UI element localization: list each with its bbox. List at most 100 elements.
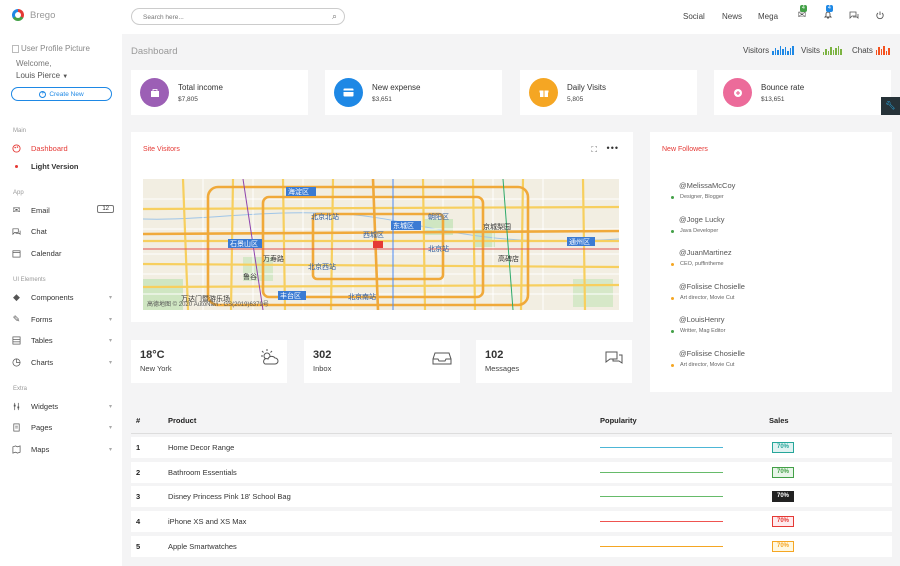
sliders-icon — [12, 402, 21, 411]
stat-card-daily-visits: Daily Visits 5,805 — [520, 70, 697, 115]
sidebar-item-dashboard[interactable]: Dashboard — [12, 141, 112, 155]
product-name: Home Decor Range — [168, 443, 235, 452]
caret-down-icon: ▼ — [62, 74, 69, 80]
messages-label: Messages — [485, 364, 520, 373]
table-row[interactable]: 3 Disney Princess Pink 18' School Bag 70… — [131, 486, 892, 507]
table-row[interactable]: 2 Bathroom Essentials 70% — [131, 462, 892, 483]
follower-item[interactable]: @MelissaMcCoy Designer, Blogger — [671, 181, 736, 200]
chat-button[interactable] — [848, 10, 860, 22]
table-row[interactable]: 4 iPhone XS and XS Max 70% — [131, 511, 892, 532]
weather-icon — [261, 349, 279, 365]
sidebar-item-charts[interactable]: Charts ▾ — [12, 355, 112, 369]
beijing-map[interactable]: 海淀区 东城区 石景山区 通州区 丰台区 朝阳区 西城区 北京北站 北京西站 北… — [143, 179, 619, 310]
top-bar: ⌕ Social News Mega ✉ 4 4 — [122, 0, 900, 34]
expand-icon[interactable]: ⛶ — [591, 145, 597, 155]
popularity-bar — [600, 521, 723, 522]
district-label: 通州区 — [569, 237, 590, 246]
dot-icon — [12, 162, 21, 171]
inbox-count: 302 — [313, 349, 332, 361]
search-icon[interactable]: ⌕ — [332, 11, 337, 22]
sidebar-item-email[interactable]: ✉ Email 12 — [12, 203, 114, 217]
visitors-link[interactable]: Visitors — [743, 46, 794, 55]
sidebar-item-components[interactable]: ◆ Components ▾ — [12, 290, 112, 304]
brand-logo-icon — [12, 9, 24, 21]
mail-button[interactable]: ✉ 4 — [796, 5, 808, 22]
profile-picture-alt: User Profile Picture — [21, 44, 90, 53]
visits-link[interactable]: Visits — [801, 46, 842, 55]
section-app: App — [13, 190, 24, 196]
table-row[interactable]: 1 Home Decor Range 70% — [131, 437, 892, 458]
more-icon[interactable]: ••• — [607, 143, 619, 153]
nav-link-social[interactable]: Social — [683, 12, 705, 21]
sidebar-item-tables[interactable]: Tables ▾ — [12, 333, 112, 347]
sidebar-item-chat[interactable]: Chat — [12, 224, 112, 238]
popularity-bar — [600, 472, 723, 473]
follower-role: Writter, Mag Editor — [680, 328, 726, 334]
map-roads: 海淀区 东城区 石景山区 通州区 丰台区 朝阳区 西城区 北京北站 北京西站 北… — [143, 179, 619, 310]
sidebar-item-label: Components — [31, 292, 74, 302]
diamond-icon: ◆ — [13, 291, 20, 302]
brand[interactable]: Brego — [12, 9, 55, 21]
follower-item[interactable]: @Folisise Chosielle Art director, Movie … — [671, 282, 745, 301]
nav-link-news[interactable]: News — [722, 12, 742, 21]
notifications-button[interactable]: 4 — [822, 5, 834, 23]
chat-icon — [12, 227, 21, 236]
stat-label: New expense — [372, 83, 421, 92]
email-count-badge: 12 — [97, 205, 114, 213]
search-input[interactable] — [143, 12, 323, 22]
sidebar-item-pages[interactable]: Pages ▾ — [12, 420, 112, 434]
stat-card-total-income: Total income $7,805 — [131, 70, 308, 115]
follower-item[interactable]: @Joge Lucky Java Developer — [671, 215, 725, 234]
messages-card: 102 Messages — [476, 340, 632, 383]
follower-item[interactable]: @Folisise Chosielle Art director, Movie … — [671, 349, 745, 368]
wrench-icon: 🔧︎ — [885, 101, 896, 110]
follower-item[interactable]: @JuanMartinez CEO, puffintheme — [671, 248, 732, 267]
sidebar-item-maps[interactable]: Maps ▾ — [12, 442, 112, 456]
user-menu[interactable]: Louis Pierce ▼ — [16, 71, 68, 80]
chevron-down-icon: ▾ — [108, 359, 112, 366]
chevron-down-icon: ▾ — [108, 337, 112, 344]
follower-item[interactable]: @LouisHenry Writter, Mag Editor — [671, 315, 726, 334]
bell-icon — [823, 11, 833, 23]
profile-picture[interactable]: User Profile Picture — [12, 44, 90, 53]
district-label: 京城梨园 — [483, 222, 511, 231]
district-label: 海淀区 — [288, 187, 309, 196]
inbox-icon — [432, 352, 452, 365]
sidebar-item-forms[interactable]: ✎ Forms ▾ — [12, 312, 112, 326]
site-visitors-card: Site Visitors ⛶ ••• 海淀区 东城区 石景山区 通州区 丰台区… — [131, 132, 633, 322]
section-extra: Extra — [13, 386, 28, 392]
card-title: Site Visitors — [143, 146, 180, 153]
plus-circle-icon — [723, 78, 752, 107]
sidebar-item-calendar[interactable]: Calendar — [12, 246, 112, 260]
product-name: Bathroom Essentials — [168, 468, 237, 477]
district-label: 西城区 — [363, 231, 384, 239]
chevron-down-icon: ▾ — [108, 294, 112, 301]
calendar-icon — [12, 249, 21, 258]
create-new-button[interactable]: + Create New — [11, 87, 112, 101]
sidebar-item-widgets[interactable]: Widgets ▾ — [12, 399, 112, 413]
follower-role: Designer, Blogger — [680, 194, 724, 200]
stat-label: Daily Visits — [567, 83, 606, 92]
palette-icon — [12, 143, 21, 153]
welcome-text: Welcome, — [16, 59, 52, 68]
stat-value: $13,651 — [761, 96, 785, 103]
follower-name: @MelissaMcCoy — [679, 181, 736, 190]
inbox-card: 302 Inbox — [304, 340, 460, 383]
username: Louis Pierce — [16, 71, 61, 80]
visits-label: Visits — [801, 46, 820, 55]
chats-link[interactable]: Chats — [852, 46, 890, 55]
sidebar-item-light-version[interactable]: Light Version — [12, 159, 112, 173]
stat-value: $7,805 — [178, 96, 198, 103]
district-label: 北京北站 — [311, 212, 339, 221]
chats-label: Chats — [852, 46, 873, 55]
stat-label: Bounce rate — [761, 83, 805, 92]
chevron-down-icon: ▾ — [108, 403, 112, 410]
product-name: iPhone XS and XS Max — [168, 517, 247, 526]
power-button[interactable] — [874, 10, 886, 22]
popularity-bar — [600, 546, 723, 547]
settings-tab-button[interactable]: 🔧︎ — [881, 97, 900, 115]
table-row[interactable]: 5 Apple Smartwatches 70% — [131, 536, 892, 557]
chevron-down-icon: ▾ — [108, 446, 112, 453]
chat-icon — [849, 11, 859, 23]
nav-link-mega[interactable]: Mega — [758, 12, 778, 21]
